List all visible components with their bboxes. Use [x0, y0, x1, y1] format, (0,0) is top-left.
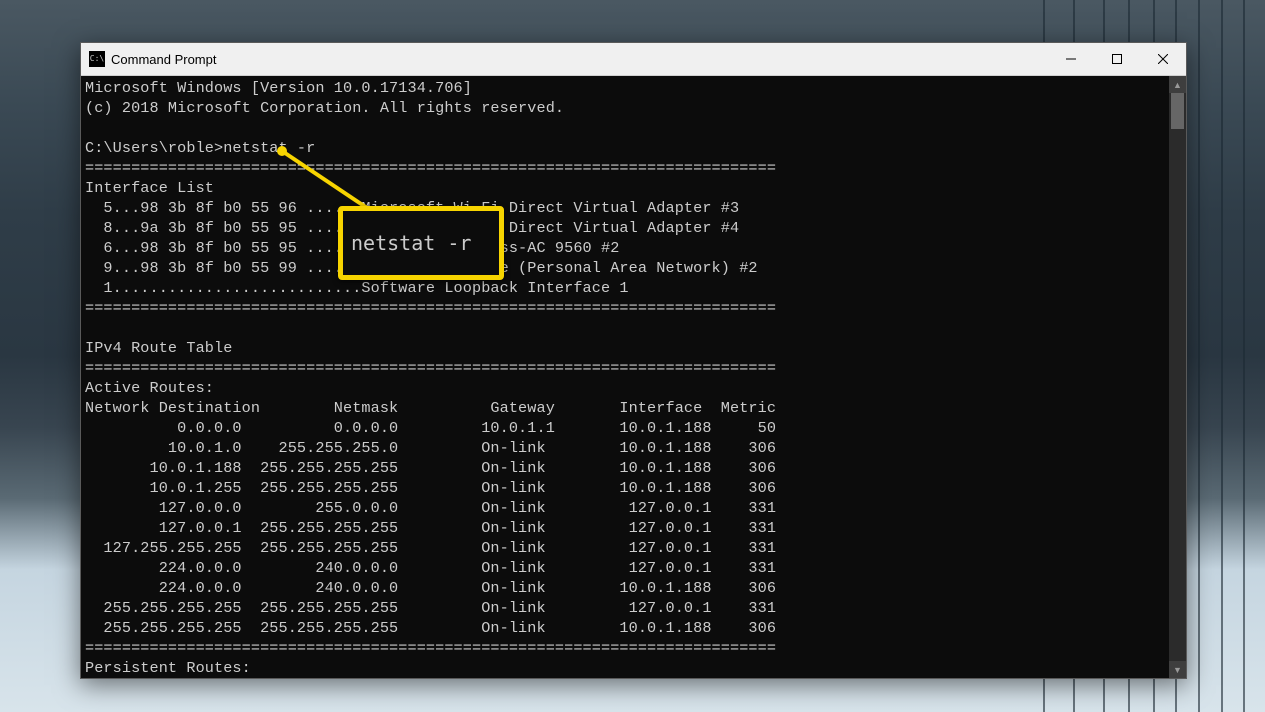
window-title: Command Prompt: [111, 52, 216, 67]
scroll-up-button[interactable]: ▲: [1169, 76, 1186, 93]
terminal-output[interactable]: Microsoft Windows [Version 10.0.17134.70…: [81, 76, 1169, 678]
minimize-button[interactable]: [1048, 43, 1094, 75]
titlebar[interactable]: C:\ Command Prompt: [81, 43, 1186, 76]
close-button[interactable]: [1140, 43, 1186, 75]
scrollbar[interactable]: ▲ ▼: [1169, 76, 1186, 678]
maximize-button[interactable]: [1094, 43, 1140, 75]
scroll-track[interactable]: [1169, 93, 1186, 661]
callout-text: netstat -r: [351, 233, 471, 253]
scroll-down-button[interactable]: ▼: [1169, 661, 1186, 678]
scroll-thumb[interactable]: [1171, 93, 1184, 129]
cmd-icon: C:\: [89, 51, 105, 67]
command-prompt-window: C:\ Command Prompt Microsoft Windows [Ve…: [80, 42, 1187, 679]
callout-box: netstat -r: [338, 206, 504, 280]
desktop-background: C:\ Command Prompt Microsoft Windows [Ve…: [0, 0, 1265, 712]
